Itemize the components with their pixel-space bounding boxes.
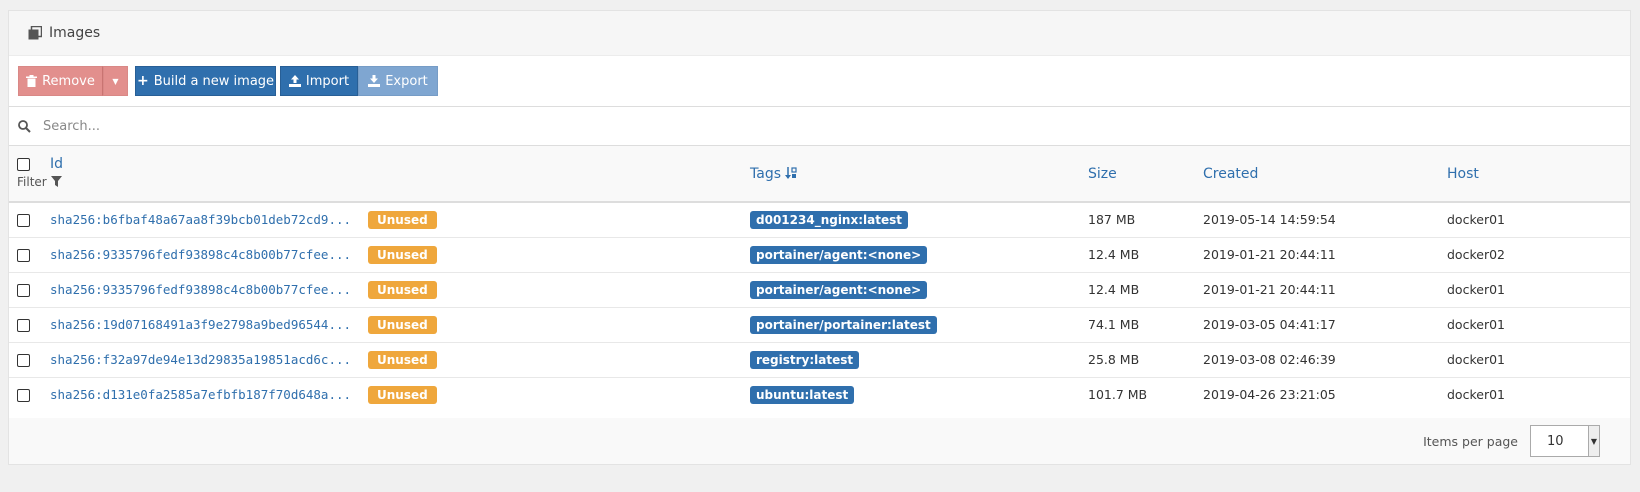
row-checkbox[interactable] <box>17 354 30 367</box>
image-created: 2019-04-26 23:21:05 <box>1203 387 1336 403</box>
images-panel: Images Remove ▼ + Build a new image Impo… <box>8 10 1631 465</box>
row-checkbox[interactable] <box>17 284 30 297</box>
caret-down-icon: ▼ <box>112 76 119 86</box>
image-tag: registry:latest <box>750 350 860 369</box>
export-button[interactable]: Export <box>358 66 438 96</box>
unused-badge: Unused <box>368 385 437 404</box>
row-checkbox[interactable] <box>17 214 30 228</box>
filter-label: Filter <box>17 175 47 189</box>
unused-badge: Unused <box>368 280 437 299</box>
clone-icon <box>28 26 42 40</box>
image-host: docker02 <box>1447 247 1505 262</box>
row-checkbox[interactable] <box>17 389 30 403</box>
image-created: 2019-05-14 14:59:54 <box>1203 212 1336 228</box>
search-input[interactable] <box>41 117 645 135</box>
images-table: Id Filter Tags Size Created Host sha256:… <box>9 146 1630 412</box>
select-arrow-icon: ▼ <box>1588 426 1599 456</box>
unused-badge: Unused <box>368 315 437 334</box>
row-checkbox[interactable] <box>17 249 30 262</box>
unused-badge: Unused <box>368 245 437 264</box>
image-size: 25.8 MB <box>1088 352 1140 367</box>
image-tag: ubuntu:latest <box>750 385 855 404</box>
image-size: 101.7 MB <box>1088 387 1148 403</box>
table-row: sha256:d131e0fa2585a7efbfb187f70d648a...… <box>9 377 1630 412</box>
image-tag: portainer/agent:<none> <box>750 245 928 264</box>
table-row: sha256:b6fbaf48a67aa8f39bcb01deb72cd9...… <box>9 202 1630 237</box>
remove-button[interactable]: Remove <box>18 66 103 96</box>
image-created: 2019-01-21 20:44:11 <box>1203 282 1336 297</box>
image-id-link[interactable]: sha256:19d07168491a3f9e2798a9bed96544... <box>50 317 351 332</box>
filter-toggle[interactable]: Filter <box>17 175 62 189</box>
image-id-link[interactable]: sha256:9335796fedf93898c4c8b00b77cfee... <box>50 282 351 297</box>
image-id-link[interactable]: sha256:9335796fedf93898c4c8b00b77cfee... <box>50 247 351 262</box>
image-size: 187 MB <box>1088 212 1136 228</box>
plus-icon: + <box>136 73 149 89</box>
panel-title: Images <box>49 25 101 41</box>
table-row: sha256:9335796fedf93898c4c8b00b77cfee...… <box>9 272 1630 307</box>
upload-icon <box>288 75 301 87</box>
column-header-tags[interactable]: Tags <box>742 146 1084 202</box>
items-per-page-label: Items per page <box>1423 433 1518 449</box>
image-host: docker01 <box>1447 282 1505 297</box>
items-per-page-value: 10 <box>1547 433 1564 449</box>
image-size: 12.4 MB <box>1088 247 1140 262</box>
filter-icon <box>50 176 62 187</box>
image-size: 74.1 MB <box>1088 317 1140 332</box>
image-created: 2019-03-08 02:46:39 <box>1203 352 1336 367</box>
image-id-link[interactable]: sha256:b6fbaf48a67aa8f39bcb01deb72cd9... <box>50 212 351 227</box>
image-id-link[interactable]: sha256:f32a97de94e13d29835a19851acd6c... <box>50 352 351 367</box>
table-row: sha256:f32a97de94e13d29835a19851acd6c...… <box>9 342 1630 377</box>
image-host: docker01 <box>1447 317 1505 332</box>
panel-header: Images <box>9 11 1630 56</box>
items-per-page-select[interactable]: 10 ▼ <box>1530 425 1600 457</box>
download-icon <box>368 75 381 87</box>
table-row: sha256:9335796fedf93898c4c8b00b77cfee...… <box>9 237 1630 272</box>
table-header-row: Id Filter Tags Size Created Host <box>9 146 1630 202</box>
image-host: docker01 <box>1447 352 1505 367</box>
image-tag: portainer/portainer:latest <box>750 315 937 334</box>
image-created: 2019-01-21 20:44:11 <box>1203 247 1336 262</box>
image-size: 12.4 MB <box>1088 282 1140 297</box>
image-tag: portainer/agent:<none> <box>750 280 928 299</box>
remove-dropdown-toggle[interactable]: ▼ <box>103 66 128 96</box>
unused-badge: Unused <box>368 210 437 229</box>
build-image-button[interactable]: + Build a new image <box>135 66 276 96</box>
image-tag: d001234_nginx:latest <box>750 210 908 229</box>
search-icon <box>18 119 31 133</box>
search-bar <box>9 107 1630 146</box>
trash-icon <box>26 75 38 87</box>
column-header-created[interactable]: Created <box>1199 146 1443 202</box>
table-row: sha256:19d07168491a3f9e2798a9bed96544...… <box>9 307 1630 342</box>
toolbar: Remove ▼ + Build a new image Import Expo… <box>9 56 1630 107</box>
column-header-id[interactable]: Id <box>50 156 63 172</box>
row-checkbox[interactable] <box>17 319 30 332</box>
select-all-checkbox[interactable] <box>17 157 30 171</box>
column-header-size[interactable]: Size <box>1084 146 1199 202</box>
pagination-bar: Items per page 10 ▼ <box>9 418 1630 464</box>
unused-badge: Unused <box>368 350 437 369</box>
column-header-host[interactable]: Host <box>1443 146 1630 202</box>
image-id-link[interactable]: sha256:d131e0fa2585a7efbfb187f70d648a... <box>50 387 351 402</box>
sort-icon <box>785 166 798 179</box>
import-button[interactable]: Import <box>280 66 358 96</box>
image-host: docker01 <box>1447 212 1505 228</box>
image-host: docker01 <box>1447 387 1505 403</box>
image-created: 2019-03-05 04:41:17 <box>1203 317 1336 332</box>
